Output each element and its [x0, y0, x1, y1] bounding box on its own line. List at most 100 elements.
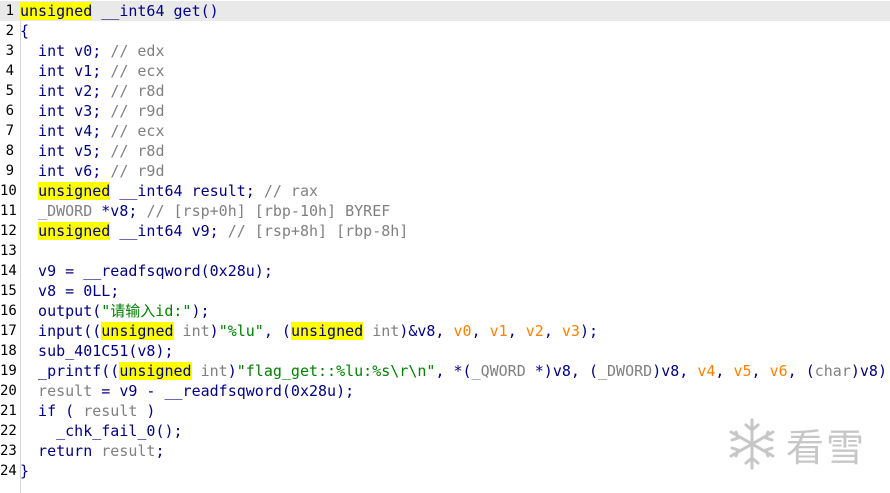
code-token: int v1;: [20, 62, 111, 80]
code-token: char: [814, 362, 851, 380]
code-token: int: [191, 362, 228, 380]
keyword-highlight: unsigned: [101, 322, 174, 340]
line-number: 20: [0, 383, 17, 399]
code-token: ): [227, 362, 237, 380]
code-line[interactable]: 10 unsigned __int64 result; // rax: [0, 181, 890, 201]
code-token: ): [209, 322, 219, 340]
keyword-highlight: unsigned: [290, 322, 364, 340]
code-text: unsigned __int64 get(): [20, 1, 219, 21]
line-number: 7: [5, 123, 14, 139]
code-text: unsigned __int64 v9; // [rsp+8h] [rbp-8h…: [20, 221, 408, 241]
code-token: // r9d: [110, 102, 165, 120]
code-line[interactable]: 5 int v2; // r8d: [0, 81, 890, 101]
code-token: ,: [471, 322, 490, 340]
code-line[interactable]: 18 sub_401C51(v8);: [0, 341, 890, 361]
code-token: __int64 v9;: [110, 222, 228, 240]
code-line[interactable]: 9 int v6; // r9d: [0, 161, 890, 181]
line-number: 6: [5, 103, 14, 119]
code-token: v9 = __readfsqword(0x28u);: [20, 262, 273, 280]
code-lines: 1 unsigned __int64 get() 2{3 int v0; // ed…: [0, 1, 890, 481]
code-text: unsigned __int64 result; // rax: [20, 181, 318, 201]
code-token: ,: [715, 362, 734, 380]
code-line[interactable]: 14 v9 = __readfsqword(0x28u);: [0, 261, 890, 281]
code-token: , (: [263, 322, 291, 340]
keyword-highlight: unsigned: [119, 362, 192, 380]
code-token: );: [191, 302, 210, 320]
code-line[interactable]: 3 int v0; // edx: [0, 41, 890, 61]
line-number: 3: [5, 43, 14, 59]
code-token: __int64 result;: [110, 182, 264, 200]
code-token: // ecx: [110, 62, 165, 80]
code-text: if ( result ): [20, 401, 155, 421]
code-token: = v9 - __readfsqword(0x28u);: [92, 382, 355, 400]
code-token: )&v8,: [399, 322, 454, 340]
code-line[interactable]: 7 int v4; // ecx: [0, 121, 890, 141]
code-line[interactable]: 16 output("请输入id:");: [0, 301, 890, 321]
code-token: int v3;: [20, 102, 111, 120]
code-text: }: [20, 461, 29, 481]
code-line[interactable]: 19 _printf((unsigned int)"flag_get::%lu:…: [0, 361, 890, 381]
code-token: v2: [525, 322, 544, 340]
code-token: *v8;: [92, 202, 147, 220]
code-text: _DWORD *v8; // [rsp+0h] [rbp-10h] BYREF: [20, 201, 390, 221]
code-text: output("请输入id:");: [20, 301, 210, 321]
line-number: 16: [0, 303, 17, 319]
code-token: // edx: [110, 42, 165, 60]
code-token: output(: [20, 302, 102, 320]
code-token: "%lu": [218, 322, 264, 340]
code-line[interactable]: 11 _DWORD *v8; // [rsp+0h] [rbp-10h] BYR…: [0, 201, 890, 221]
code-token: int v0;: [20, 42, 111, 60]
code-token: ,: [543, 322, 562, 340]
code-token: // r8d: [110, 82, 165, 100]
code-token: }: [20, 462, 30, 480]
code-line[interactable]: 1 unsigned __int64 get(): [0, 1, 890, 21]
keyword-highlight: unsigned: [38, 182, 111, 200]
line-number: 15: [0, 283, 17, 299]
code-token: _QWORD: [471, 362, 526, 380]
code-token: int v4;: [20, 122, 111, 140]
code-line[interactable]: 12 unsigned __int64 v9; // [rsp+8h] [rbp…: [0, 221, 890, 241]
line-number: 19: [0, 363, 17, 379]
code-text: int v3; // r9d: [20, 101, 165, 121]
line-number: 8: [5, 143, 14, 159]
code-line[interactable]: 17 input((unsigned int)"%lu", (unsigned …: [0, 321, 890, 341]
code-line[interactable]: 8 int v5; // r8d: [0, 141, 890, 161]
code-line[interactable]: 2{: [0, 21, 890, 41]
line-number: 21: [0, 403, 17, 419]
line-number: 17: [0, 323, 17, 339]
code-text: input((unsigned int)"%lu", (unsigned int…: [20, 321, 598, 341]
snowflake-logo-icon: [729, 418, 775, 470]
code-text: result = v9 - __readfsqword(0x28u);: [20, 381, 354, 401]
code-token: )v8);: [850, 362, 890, 380]
code-token: // ecx: [110, 122, 165, 140]
code-token: _chk_fail_0();: [20, 422, 183, 440]
line-number: 10: [0, 183, 17, 199]
code-token: _printf((: [20, 362, 120, 380]
code-token: int v2;: [20, 82, 111, 100]
code-text: _chk_fail_0();: [20, 421, 183, 441]
code-text: sub_401C51(v8);: [20, 341, 174, 361]
code-line[interactable]: 15 v8 = 0LL;: [0, 281, 890, 301]
keyword-highlight: unsigned: [20, 2, 93, 20]
line-number: 22: [0, 423, 17, 439]
code-line[interactable]: 13: [0, 241, 890, 261]
code-line[interactable]: 20 result = v9 - __readfsqword(0x28u);: [0, 381, 890, 401]
code-token: v0: [453, 322, 472, 340]
code-token: int v6;: [20, 162, 111, 180]
code-token: "flag_get::%lu:%s\r\n": [236, 362, 436, 380]
code-text: {: [20, 21, 29, 41]
code-line[interactable]: 6 int v3; // r9d: [0, 101, 890, 121]
code-text: v9 = __readfsqword(0x28u);: [20, 261, 273, 281]
code-token: v8 = 0LL;: [20, 282, 120, 300]
code-token: sub_401C51(v8);: [20, 342, 174, 360]
code-text: int v5; // r8d: [20, 141, 164, 161]
code-token: );: [579, 322, 598, 340]
code-token: ;: [155, 442, 165, 460]
code-text: int v1; // ecx: [20, 61, 165, 81]
code-token: ,: [751, 362, 770, 380]
code-token: return: [20, 442, 102, 460]
line-number: 24: [0, 463, 17, 479]
code-token: , *(: [435, 362, 472, 380]
code-line[interactable]: 4 int v1; // ecx: [0, 61, 890, 81]
